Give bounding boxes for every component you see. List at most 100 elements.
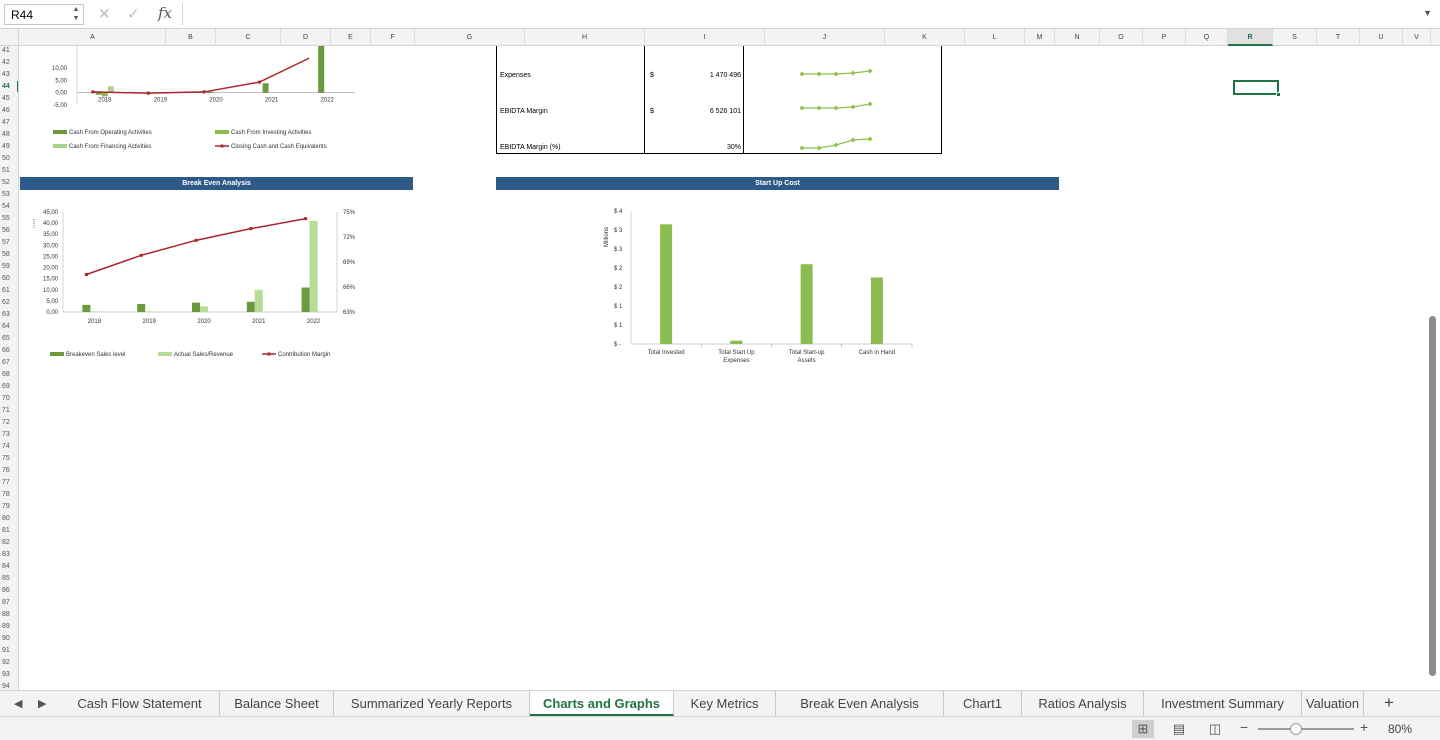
column-header-s[interactable]: S	[1273, 29, 1317, 46]
column-header-q[interactable]: Q	[1186, 29, 1228, 46]
row-header-78[interactable]: 78	[0, 489, 18, 500]
row-header-87[interactable]: 87	[0, 597, 18, 608]
zoom-slider[interactable]	[1258, 728, 1354, 730]
select-all-corner[interactable]	[0, 29, 19, 46]
row-header-90[interactable]: 90	[0, 633, 18, 644]
sheet-tab-balance-sheet[interactable]: Balance Sheet	[220, 691, 334, 716]
sheet-tab-ratios-analysis[interactable]: Ratios Analysis	[1022, 691, 1144, 716]
column-header-k[interactable]: K	[885, 29, 965, 46]
column-header-a[interactable]: A	[20, 29, 166, 46]
row-header-59[interactable]: 59	[0, 261, 18, 272]
column-header-d[interactable]: D	[281, 29, 331, 46]
row-header-64[interactable]: 64	[0, 321, 18, 332]
column-header-f[interactable]: F	[371, 29, 415, 46]
row-header-75[interactable]: 75	[0, 453, 18, 464]
column-header-b[interactable]: B	[166, 29, 216, 46]
row-header-80[interactable]: 80	[0, 513, 18, 524]
vertical-scrollbar[interactable]	[1426, 46, 1440, 690]
row-header-92[interactable]: 92	[0, 657, 18, 668]
row-header-74[interactable]: 74	[0, 441, 18, 452]
column-header-v[interactable]: V	[1403, 29, 1431, 46]
row-header-70[interactable]: 70	[0, 393, 18, 404]
insert-function-icon[interactable]: fx	[158, 4, 172, 22]
column-header-l[interactable]: L	[965, 29, 1025, 46]
cancel-icon[interactable]: ✕	[98, 5, 111, 23]
row-header-86[interactable]: 86	[0, 585, 18, 596]
sheet-tab-valuation[interactable]: Valuation	[1302, 691, 1364, 716]
row-header-57[interactable]: 57	[0, 237, 18, 248]
row-header-88[interactable]: 88	[0, 609, 18, 620]
row-header-89[interactable]: 89	[0, 621, 18, 632]
add-sheet-icon[interactable]: +	[1378, 691, 1400, 716]
row-header-43[interactable]: 43	[0, 69, 18, 80]
zoom-slider-thumb[interactable]	[1290, 723, 1302, 735]
row-header-73[interactable]: 73	[0, 429, 18, 440]
column-header-t[interactable]: T	[1317, 29, 1360, 46]
row-header-60[interactable]: 60	[0, 273, 18, 284]
column-header-j[interactable]: J	[765, 29, 885, 46]
row-header-52[interactable]: 52	[0, 177, 18, 188]
worksheet-grid[interactable]: 10,00 5,00 0,00 -5,00 2018 2019 2020 2021 2022 Ca…	[20, 46, 1426, 690]
page-layout-icon[interactable]: ▤	[1168, 720, 1190, 738]
row-header-53[interactable]: 53	[0, 189, 18, 200]
row-header-58[interactable]: 58	[0, 249, 18, 260]
column-header-i[interactable]: I	[645, 29, 765, 46]
formula-expand-icon[interactable]: ▼	[1423, 8, 1432, 18]
scrollbar-thumb[interactable]	[1429, 316, 1436, 676]
column-header-m[interactable]: M	[1025, 29, 1055, 46]
column-header-u[interactable]: U	[1360, 29, 1403, 46]
row-header-56[interactable]: 56	[0, 225, 18, 236]
startup-cost-chart[interactable]: $ 4 $ 3 $ 3 $ 2 $ 2 $ 1 $ 1 $ - Millions Total In…	[576, 201, 916, 376]
row-header-62[interactable]: 62	[0, 297, 18, 308]
row-header-55[interactable]: 55	[0, 213, 18, 224]
sheet-tab-key-metrics[interactable]: Key Metrics	[674, 691, 776, 716]
page-break-icon[interactable]: ◫	[1204, 720, 1226, 738]
row-header-42[interactable]: 42	[0, 57, 18, 68]
row-header-82[interactable]: 82	[0, 537, 18, 548]
row-header-81[interactable]: 81	[0, 525, 18, 536]
column-header-e[interactable]: E	[331, 29, 371, 46]
row-header-63[interactable]: 63	[0, 309, 18, 320]
row-header-50[interactable]: 50	[0, 153, 18, 164]
row-header-41[interactable]: 41	[0, 46, 18, 56]
row-header-67[interactable]: 67	[0, 357, 18, 368]
row-header-94[interactable]: 94	[0, 681, 18, 690]
fill-handle[interactable]	[1276, 92, 1281, 97]
column-header-r[interactable]: R	[1228, 29, 1273, 46]
zoom-in-icon[interactable]: +	[1360, 719, 1368, 735]
sheet-tab-summarized-yearly-reports[interactable]: Summarized Yearly Reports	[334, 691, 530, 716]
row-header-54[interactable]: 54	[0, 201, 18, 212]
row-header-93[interactable]: 93	[0, 669, 18, 680]
name-box-stepper-icon[interactable]: ▲ ▼	[70, 5, 82, 23]
column-header-h[interactable]: H	[525, 29, 645, 46]
column-header-n[interactable]: N	[1055, 29, 1100, 46]
column-header-p[interactable]: P	[1143, 29, 1186, 46]
row-header-76[interactable]: 76	[0, 465, 18, 476]
enter-icon[interactable]: ✓	[127, 5, 140, 23]
sheet-tab-charts-and-graphs[interactable]: Charts and Graphs	[530, 691, 674, 716]
row-header-83[interactable]: 83	[0, 549, 18, 560]
zoom-out-icon[interactable]: −	[1240, 719, 1248, 735]
row-header-71[interactable]: 71	[0, 405, 18, 416]
column-header-o[interactable]: O	[1100, 29, 1143, 46]
sheet-tab-break-even-analysis[interactable]: Break Even Analysis	[776, 691, 944, 716]
normal-view-icon[interactable]: ⊞	[1132, 720, 1154, 738]
row-header-48[interactable]: 48	[0, 129, 18, 140]
prev-sheet-icon[interactable]: ◀	[14, 697, 22, 710]
row-header-65[interactable]: 65	[0, 333, 18, 344]
sheet-tab-chart1[interactable]: Chart1	[944, 691, 1022, 716]
row-header-72[interactable]: 72	[0, 417, 18, 428]
row-header-85[interactable]: 85	[0, 573, 18, 584]
cash-flow-chart[interactable]: 10,00 5,00 0,00 -5,00 2018 2019 2020 2021 2022 Ca…	[20, 46, 420, 156]
row-header-84[interactable]: 84	[0, 561, 18, 572]
row-header-49[interactable]: 49	[0, 141, 18, 152]
row-header-79[interactable]: 79	[0, 501, 18, 512]
row-header-66[interactable]: 66	[0, 345, 18, 356]
row-header-46[interactable]: 46	[0, 105, 18, 116]
break-even-chart[interactable]: 45,00 40,00 35,00 30,00 25,00 20,00 15,00 10,00…	[20, 201, 420, 366]
row-header-91[interactable]: 91	[0, 645, 18, 656]
row-header-68[interactable]: 68	[0, 369, 18, 380]
row-header-77[interactable]: 77	[0, 477, 18, 488]
column-header-g[interactable]: G	[415, 29, 525, 46]
row-header-69[interactable]: 69	[0, 381, 18, 392]
